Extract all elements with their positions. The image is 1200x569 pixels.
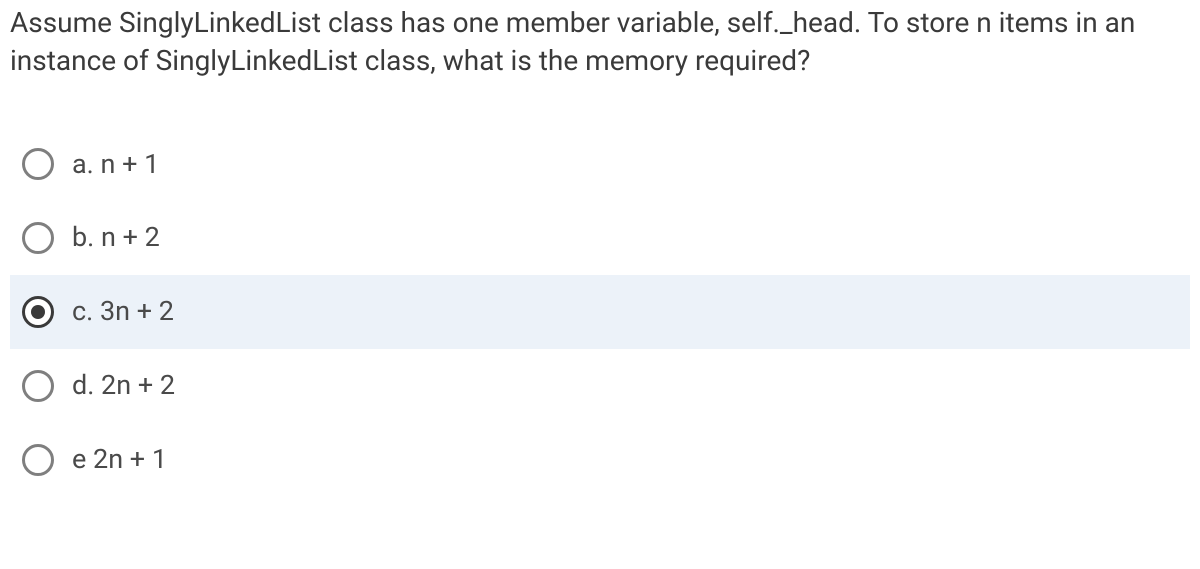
option-label-c: c. 3n + 2 <box>72 293 174 331</box>
radio-icon <box>22 296 54 328</box>
option-c[interactable]: c. 3n + 2 <box>10 275 1190 349</box>
option-d[interactable]: d. 2n + 2 <box>10 349 1190 423</box>
option-a[interactable]: a. n + 1 <box>10 128 1190 202</box>
radio-icon <box>22 222 54 254</box>
option-label-a: a. n + 1 <box>72 146 159 184</box>
radio-icon <box>22 444 54 476</box>
option-label-b: b. n + 2 <box>72 219 160 257</box>
radio-dot-icon <box>31 305 45 319</box>
option-label-e: e 2n + 1 <box>72 441 167 479</box>
option-b[interactable]: b. n + 2 <box>10 201 1190 275</box>
radio-icon <box>22 370 54 402</box>
option-label-d: d. 2n + 2 <box>72 367 175 405</box>
question-text: Assume SinglyLinkedList class has one me… <box>10 4 1190 80</box>
question-container: Assume SinglyLinkedList class has one me… <box>0 0 1200 507</box>
option-e[interactable]: e 2n + 1 <box>10 423 1190 497</box>
radio-icon <box>22 148 54 180</box>
options-group: a. n + 1 b. n + 2 c. 3n + 2 d. 2n + 2 e … <box>10 128 1190 497</box>
